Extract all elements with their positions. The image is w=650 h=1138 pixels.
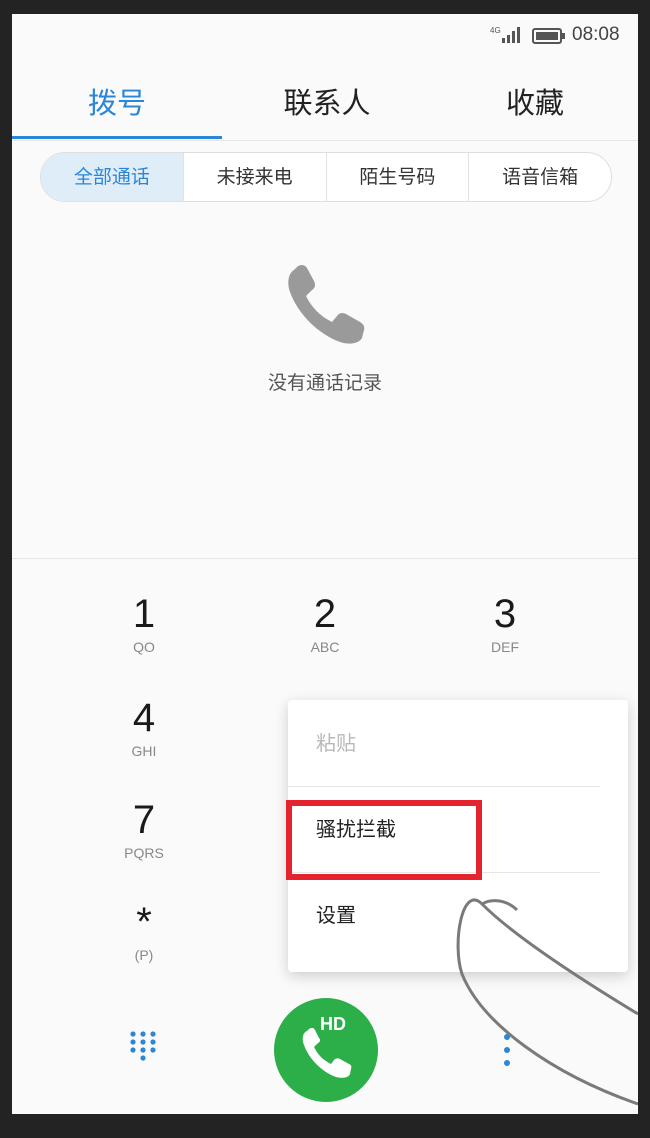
screen: 4G 08:08 拨号 联系人 收藏 全部通话 未接来电 陌生号码 语音信箱 没… xyxy=(12,14,638,1114)
svg-text:4G: 4G xyxy=(490,26,501,35)
dialpad-key-2[interactable]: 2 ABC xyxy=(265,590,385,680)
dialpad-key-star[interactable]: * (P) xyxy=(84,898,204,988)
key-letters: PQRS xyxy=(124,845,164,861)
key-digit: 1 xyxy=(132,592,156,636)
key-digit: 2 xyxy=(313,592,337,636)
filter-voicemail[interactable]: 语音信箱 xyxy=(469,153,611,201)
dialpad-key-4[interactable]: 4 GHI xyxy=(84,694,204,784)
battery-icon xyxy=(532,28,565,44)
key-digit: 4 xyxy=(132,696,156,740)
tab-indicator xyxy=(12,136,222,139)
key-letters: ABC xyxy=(310,639,340,655)
menu-item-settings[interactable]: 设置 xyxy=(288,872,628,958)
key-digit: * xyxy=(136,900,152,944)
key-letters: DEF xyxy=(491,639,519,655)
highlight-annotation xyxy=(286,800,482,880)
tab-favorites[interactable]: 收藏 xyxy=(460,78,610,128)
hd-badge: HD xyxy=(320,1014,346,1034)
signal-icon: 4G xyxy=(490,26,520,43)
top-tabs: 拨号 联系人 收藏 xyxy=(12,70,638,141)
phone-icon xyxy=(288,264,365,344)
status-time: 08:08 xyxy=(572,24,620,45)
dialpad-grid-icon[interactable] xyxy=(128,1030,158,1066)
menu-item-paste[interactable]: 粘贴 xyxy=(288,700,628,786)
more-vertical-icon[interactable] xyxy=(500,1032,514,1068)
filter-all-calls[interactable]: 全部通话 xyxy=(41,153,184,201)
phone-frame: 4G 08:08 拨号 联系人 收藏 全部通话 未接来电 陌生号码 语音信箱 没… xyxy=(0,0,650,1138)
dialpad-key-7[interactable]: 7 PQRS xyxy=(84,796,204,886)
call-button[interactable]: HD xyxy=(274,998,378,1102)
call-filter-segmented: 全部通话 未接来电 陌生号码 语音信箱 xyxy=(40,152,612,202)
key-digit: 3 xyxy=(493,592,517,636)
filter-missed-calls[interactable]: 未接来电 xyxy=(184,153,327,201)
key-digit: 7 xyxy=(132,798,156,842)
empty-state-text: 没有通话记录 xyxy=(267,372,382,394)
tab-contacts[interactable]: 联系人 xyxy=(252,78,402,128)
key-letters: QO xyxy=(133,639,155,655)
filter-unknown-numbers[interactable]: 陌生号码 xyxy=(327,153,470,201)
tab-dial[interactable]: 拨号 xyxy=(42,78,192,128)
status-bar: 4G 08:08 xyxy=(12,14,638,58)
dialpad-key-1[interactable]: 1 QO xyxy=(84,590,204,680)
dialpad-key-3[interactable]: 3 DEF xyxy=(445,590,565,680)
key-letters: GHI xyxy=(131,743,157,759)
key-letters: (P) xyxy=(134,947,154,963)
